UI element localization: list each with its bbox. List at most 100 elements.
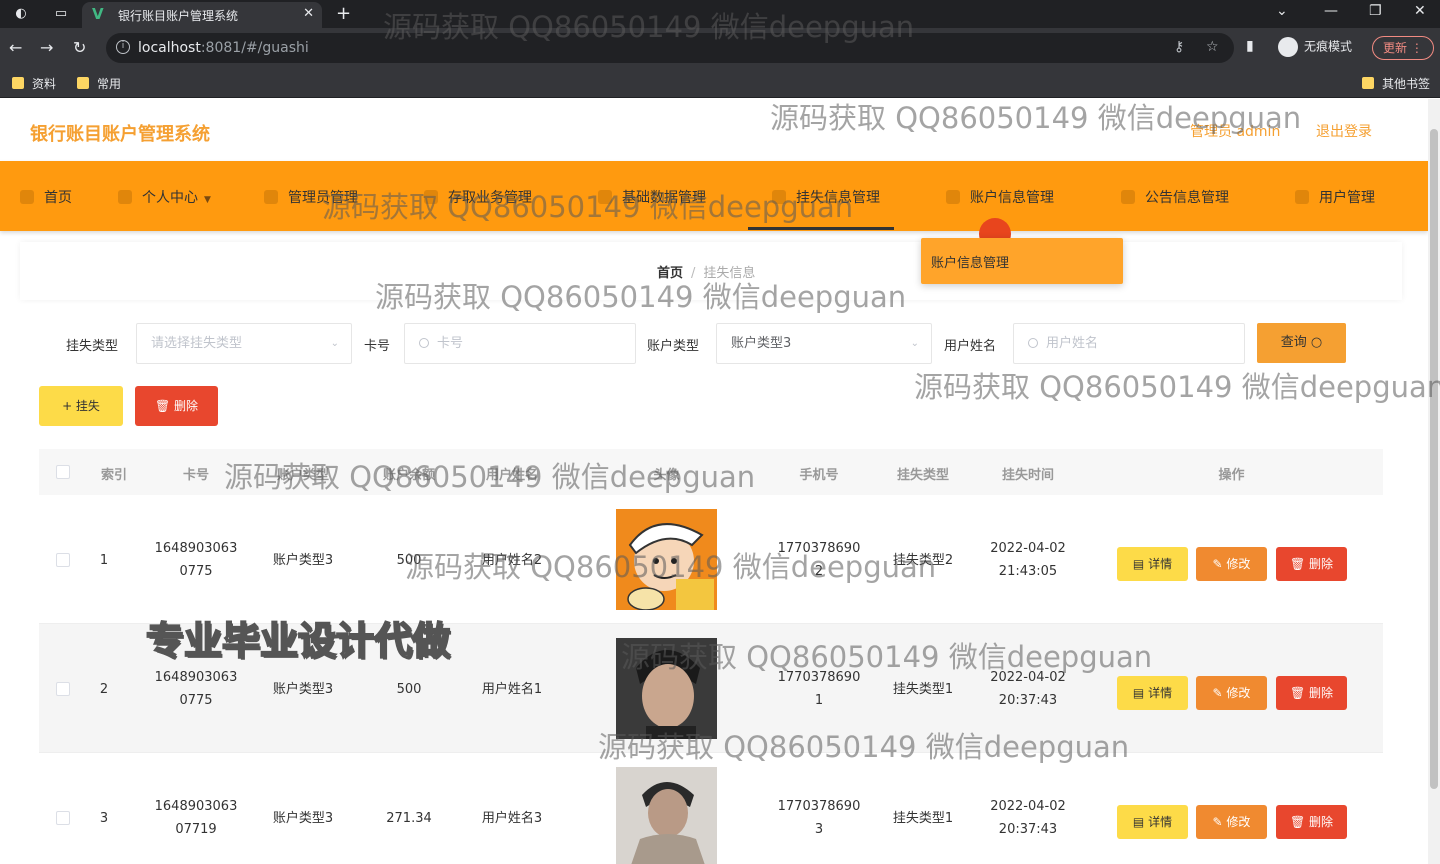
edit-button[interactable]: ✎ 修改	[1196, 676, 1267, 710]
add-label: + 挂失	[62, 399, 100, 413]
edit-button[interactable]: ✎ 修改	[1196, 547, 1267, 581]
batch-delete-button[interactable]: 🗑 删除	[135, 386, 218, 426]
document-icon: ▤	[1132, 815, 1149, 829]
phone-part: 1	[814, 693, 824, 708]
scrollbar-thumb[interactable]	[1430, 129, 1438, 789]
row-checkbox[interactable]	[56, 811, 70, 825]
key-icon[interactable]: ⚷	[1174, 39, 1184, 55]
home-icon	[20, 190, 34, 204]
edit-button[interactable]: ✎ 修改	[1196, 805, 1267, 839]
cell-index: 3	[99, 811, 109, 826]
header-loss-type: 挂失类型	[896, 468, 949, 483]
chevron-down-icon: ▼	[204, 195, 211, 205]
logout-link[interactable]: 退出登录	[1316, 121, 1372, 141]
sidebar-icon[interactable]: ▮	[1246, 38, 1254, 54]
delete-button[interactable]: 🗑 删除	[1276, 676, 1347, 710]
search-icon	[1028, 338, 1038, 348]
vue-logo-icon: V	[92, 5, 104, 23]
submenu-item-account[interactable]: 账户信息管理	[931, 252, 1009, 271]
search-icon	[419, 338, 429, 348]
user-name-input[interactable]: 用户姓名	[1013, 323, 1245, 364]
nav-label: 首页	[44, 190, 72, 206]
cell-card: 1648903063 0775	[146, 537, 246, 583]
incognito-icon	[1278, 37, 1298, 57]
date-part: 2022-04-02	[990, 799, 1066, 814]
back-icon[interactable]: ←	[9, 38, 22, 57]
bookmark-label: 常用	[97, 77, 122, 91]
loss-type-select[interactable]: 请选择挂失类型 ⌄	[136, 323, 352, 364]
tab-title: 银行账目账户管理系统	[118, 9, 239, 23]
account-icon	[946, 190, 960, 204]
card-part: 1648903063	[154, 799, 238, 814]
forward-icon[interactable]: →	[40, 38, 53, 57]
update-button[interactable]: 更新 ⋮	[1372, 36, 1434, 60]
detail-button[interactable]: ▤ 详情	[1117, 547, 1188, 581]
close-window-icon[interactable]: ✕	[1414, 3, 1426, 19]
tab-overview-icon[interactable]: ▭	[52, 5, 70, 23]
row-checkbox[interactable]	[56, 553, 70, 567]
minimize-icon[interactable]: —	[1324, 3, 1338, 19]
watermark: 源码获取 QQ86050149 微信deepguan	[375, 280, 907, 314]
folder-icon	[1362, 77, 1374, 89]
restore-icon[interactable]: ❐	[1369, 3, 1382, 19]
browser-menu-icon[interactable]: ◐	[12, 5, 30, 23]
cell-index: 2	[99, 682, 109, 697]
card-part: 07719	[175, 822, 217, 837]
card-part: 0775	[179, 693, 213, 708]
trash-icon: 🗑	[154, 399, 175, 413]
card-input[interactable]: 卡号	[404, 323, 636, 364]
watermark: 源码获取 QQ86050149 微信deepguan	[598, 730, 1130, 764]
tab-close-icon[interactable]: ✕	[303, 6, 314, 21]
cell-phone: 1770378690 3	[769, 795, 869, 841]
chevron-down-icon: ⌄	[910, 338, 919, 349]
edit-label: 修改	[1226, 815, 1251, 829]
nav-item-users[interactable]: 用户管理	[1295, 187, 1375, 207]
cell-balance: 500	[396, 682, 422, 697]
cell-card: 1648903063 0775	[146, 666, 246, 712]
account-type-select[interactable]: 账户类型3 ⌄	[716, 323, 932, 364]
nav-item-account[interactable]: 账户信息管理	[946, 187, 1054, 207]
cell-index: 1	[99, 553, 109, 568]
new-tab-icon[interactable]: +	[336, 3, 351, 24]
nav-label: 个人中心	[142, 190, 198, 206]
cell-account-type: 账户类型3	[272, 682, 334, 697]
cell-user-name: 用户姓名1	[481, 682, 543, 697]
bookmark-folder-changyong[interactable]: 常用	[77, 75, 121, 92]
bookmark-star-icon[interactable]: ☆	[1206, 39, 1219, 55]
browser-tab[interactable]: V 银行账目账户管理系统 ✕	[82, 2, 322, 28]
bookmarks-bar: 资料 常用 其他书签	[0, 68, 1440, 98]
trash-icon: 🗑	[1289, 686, 1310, 700]
cell-loss-type: 挂失类型1	[892, 682, 954, 697]
tab-search-icon[interactable]: ⌄	[1276, 3, 1288, 19]
delete-button[interactable]: 🗑 删除	[1276, 805, 1347, 839]
cell-user-name: 用户姓名3	[481, 811, 543, 826]
watermark: 源码获取 QQ86050149 微信deepguan	[914, 370, 1440, 404]
other-bookmarks[interactable]: 其他书签	[1362, 75, 1430, 92]
folder-icon	[12, 77, 24, 89]
watermark: 源码获取 QQ86050149 微信deepguan	[621, 640, 1153, 674]
time-part: 20:37:43	[998, 693, 1058, 708]
select-all-checkbox[interactable]	[56, 465, 70, 479]
folder-icon	[77, 77, 89, 89]
bookmark-label: 资料	[32, 77, 57, 91]
nav-item-profile[interactable]: 个人中心 ▼	[118, 187, 211, 207]
document-icon: ▤	[1132, 686, 1149, 700]
query-button[interactable]: 查询 ○	[1257, 323, 1346, 363]
detail-button[interactable]: ▤ 详情	[1117, 805, 1188, 839]
active-nav-indicator	[748, 227, 894, 230]
row-checkbox[interactable]	[56, 682, 70, 696]
add-loss-button[interactable]: + 挂失	[39, 386, 123, 426]
site-info-icon[interactable]: i	[116, 40, 130, 54]
nav-item-home[interactable]: 首页	[20, 187, 72, 207]
incognito-indicator[interactable]: 无痕模式	[1278, 37, 1352, 57]
page-scrollbar[interactable]	[1428, 99, 1440, 864]
reload-icon[interactable]: ↻	[73, 38, 86, 57]
delete-button[interactable]: 🗑 删除	[1276, 547, 1347, 581]
delete-label: 删除	[1309, 557, 1334, 571]
cell-account-type: 账户类型3	[272, 553, 334, 568]
detail-button[interactable]: ▤ 详情	[1117, 676, 1188, 710]
card-part: 1648903063	[154, 670, 238, 685]
url-host: localhost	[138, 40, 201, 56]
nav-item-notice[interactable]: 公告信息管理	[1121, 187, 1229, 207]
bookmark-folder-ziliao[interactable]: 资料	[12, 75, 56, 92]
